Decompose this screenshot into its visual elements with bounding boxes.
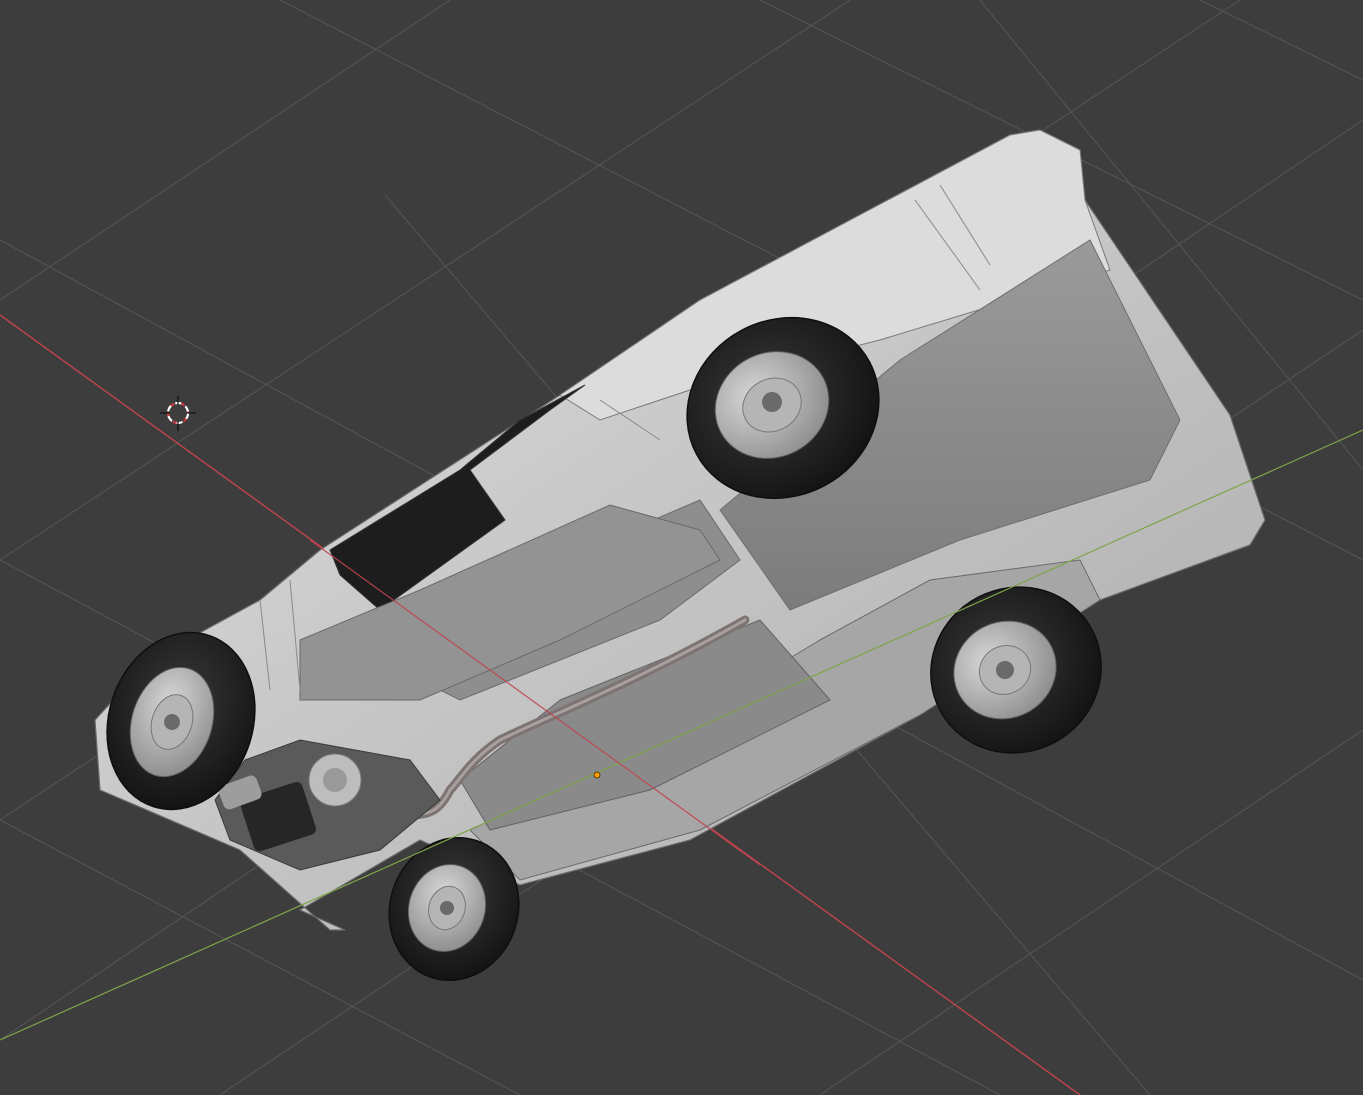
object-origin-dot[interactable]	[593, 771, 601, 779]
3d-viewport[interactable]	[0, 0, 1363, 1095]
3d-cursor-icon[interactable]	[160, 396, 196, 431]
viewport-canvas[interactable]	[0, 0, 1363, 1095]
car-model[interactable]	[94, 129, 1266, 931]
